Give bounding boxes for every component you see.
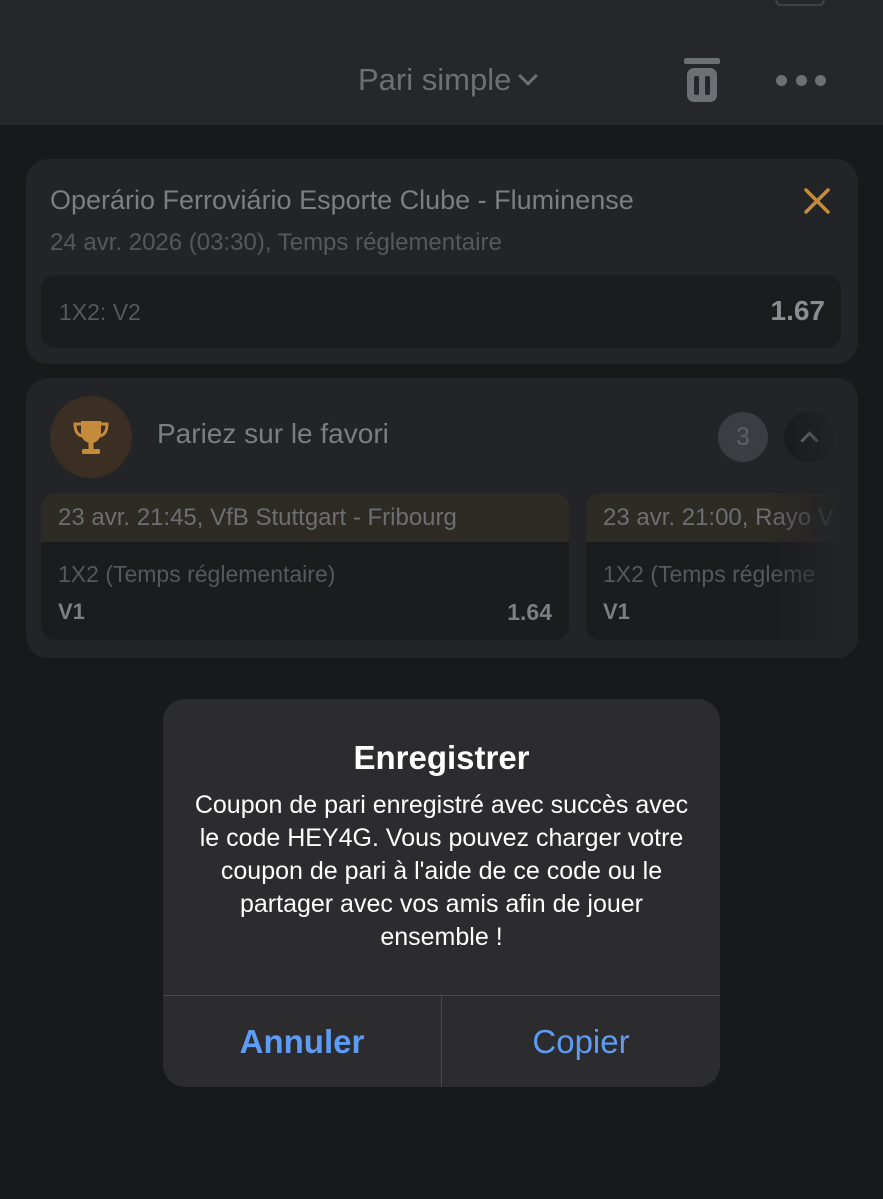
match-pick: V1 xyxy=(603,599,630,624)
more-icon[interactable] xyxy=(776,70,826,90)
top-bar: Pari simple xyxy=(0,0,883,125)
trophy-icon xyxy=(50,396,132,478)
scroll-fade xyxy=(768,378,858,658)
more-dot xyxy=(815,74,826,86)
favorite-match-card[interactable]: 23 avr. 21:45, VfB Stuttgart - Fribourg … xyxy=(41,493,569,640)
bet-slip-event-card: Operário Ferroviário Esporte Clube - Flu… xyxy=(26,159,858,364)
chevron-down-icon xyxy=(518,66,539,86)
bet-type-selector[interactable]: Pari simple xyxy=(358,58,539,102)
bet-selection-row[interactable]: 1X2: V2 1.67 xyxy=(41,275,841,348)
bet-type-label: Pari simple xyxy=(358,62,512,97)
match-header: 23 avr. 21:45, VfB Stuttgart - Fribourg xyxy=(41,493,569,542)
event-title: Operário Ferroviário Esporte Clube - Flu… xyxy=(50,185,634,215)
count-badge: 3 xyxy=(718,412,768,462)
cancel-button[interactable]: Annuler xyxy=(163,996,441,1087)
favorite-title: Pariez sur le favori xyxy=(157,418,389,449)
favorite-bets-card: Pariez sur le favori 3 23 avr. 21:45, Vf… xyxy=(26,378,858,658)
match-odds: 1.64 xyxy=(507,599,552,625)
dialog-title: Enregistrer xyxy=(353,739,530,776)
more-dot xyxy=(795,74,807,86)
save-alert-dialog: Enregistrer Coupon de pari enregistré av… xyxy=(163,699,720,1087)
match-market: 1X2 (Temps réglementaire) xyxy=(58,561,336,587)
bet-odds: 1.67 xyxy=(770,295,826,326)
count-value: 3 xyxy=(736,422,750,451)
more-dot xyxy=(776,74,787,86)
trash-icon[interactable] xyxy=(682,56,722,104)
dialog-message: Coupon de pari enregistré avec succès av… xyxy=(194,791,689,951)
close-icon[interactable] xyxy=(803,187,831,215)
copy-button[interactable]: Copier xyxy=(442,996,720,1087)
match-pick: V1 xyxy=(58,599,85,624)
status-indicator xyxy=(775,0,825,6)
event-subtitle: 24 avr. 2026 (03:30), Temps réglementair… xyxy=(50,229,502,256)
bet-market: 1X2: V2 xyxy=(59,299,141,325)
